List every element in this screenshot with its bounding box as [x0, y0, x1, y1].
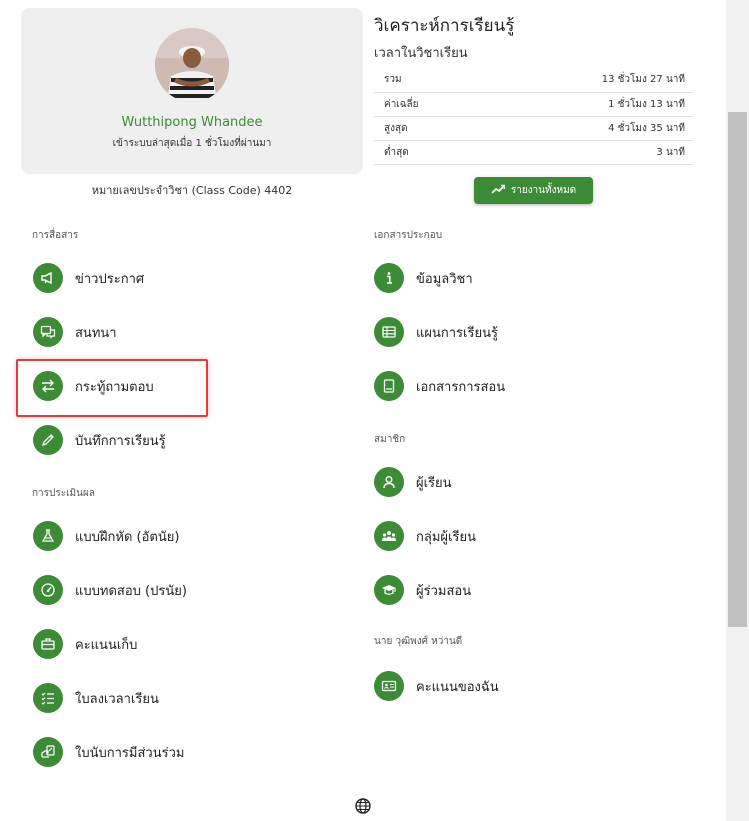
menu-item-chat[interactable]: สนทนา [33, 314, 117, 350]
full-report-label: รายงานทั้งหมด [510, 185, 577, 196]
menu-label: กลุ่มผู้เรียน [416, 529, 476, 545]
menu-item-learning-plan[interactable]: แผนการเรียนรู้ [374, 314, 498, 350]
stat-label: ต่ำสุด [374, 140, 479, 165]
menu-item-co-teachers[interactable]: ผู้ร่วมสอน [374, 572, 471, 608]
time-stats-table: รวม 13 ชั่วโมง 27 นาที ค่าเฉลี่ย 1 ชั่วโ… [374, 68, 693, 165]
menu-label: ใบลงเวลาเรียน [75, 691, 159, 707]
section-documents: เอกสารประกอบ [374, 230, 443, 241]
table-row: รวม 13 ชั่วโมง 27 นาที [374, 68, 693, 93]
page-scrollbar[interactable] [726, 0, 749, 821]
stat-label: รวม [374, 68, 479, 93]
stat-value: 13 ชั่วโมง 27 นาที [478, 68, 693, 93]
graduation-cap-icon [374, 575, 404, 605]
flask-icon [33, 521, 63, 551]
highlight-box [16, 359, 208, 417]
full-report-button[interactable]: รายงานทั้งหมด [474, 177, 593, 204]
menu-item-my-scores[interactable]: คะแนนของฉัน [374, 668, 499, 704]
menu-label: บันทึกการเรียนรู้ [75, 433, 166, 449]
pencil-icon [33, 425, 63, 455]
scrollbar-thumb[interactable] [728, 112, 747, 627]
table-row: สูงสุด 4 ชั่วโมง 35 นาที [374, 116, 693, 141]
menu-item-announcement[interactable]: ข่าวประกาศ [33, 260, 144, 296]
section-assessment: การประเมินผล [32, 488, 95, 499]
section-communication: การสื่อสาร [32, 230, 79, 241]
menu-item-student-groups[interactable]: กลุ่มผู้เรียน [374, 518, 476, 554]
menu-item-participation[interactable]: ใบนับการมีส่วนร่วม [33, 734, 184, 770]
menu-label: แผนการเรียนรู้ [416, 325, 498, 341]
menu-label: คะแนนเก็บ [75, 637, 138, 653]
id-card-icon [374, 671, 404, 701]
menu-label: คะแนนของฉัน [416, 679, 499, 695]
section-members: สมาชิก [374, 434, 406, 445]
person-icon [374, 467, 404, 497]
megaphone-icon [33, 263, 63, 293]
menu-label: สนทนา [75, 325, 117, 341]
globe-icon[interactable] [354, 797, 372, 815]
menu-label: ใบนับการมีส่วนร่วม [75, 745, 185, 761]
stat-value: 3 นาที [478, 140, 693, 165]
table-row: ค่าเฉลี่ย 1 ชั่วโมง 13 นาที [374, 92, 693, 117]
menu-item-attendance[interactable]: ใบลงเวลาเรียน [33, 680, 159, 716]
menu-item-exercise[interactable]: แบบฝึกหัด (อัตนัย) [33, 518, 179, 554]
stat-value: 1 ชั่วโมง 13 นาที [478, 92, 693, 117]
section-personal: นาย วุฒิพงศ์ หว่านดี [374, 636, 463, 647]
chat-icon [33, 317, 63, 347]
briefcase-icon [33, 629, 63, 659]
avatar[interactable] [155, 28, 229, 102]
trending-up-icon [491, 184, 506, 197]
menu-label: ข่าวประกาศ [75, 271, 145, 287]
menu-label: ผู้ร่วมสอน [416, 583, 472, 599]
gauge-icon [33, 575, 63, 605]
menu-item-score[interactable]: คะแนนเก็บ [33, 626, 137, 662]
stat-value: 4 ชั่วโมง 35 นาที [478, 116, 693, 141]
menu-label: แบบทดสอบ (ปรนัย) [75, 583, 187, 599]
table-icon [374, 317, 404, 347]
analytics-subtitle: เวลาในวิชาเรียน [374, 46, 468, 61]
checklist-icon [33, 683, 63, 713]
stat-label: สูงสุด [374, 116, 479, 141]
hand-edit-icon [33, 737, 63, 767]
menu-item-course-info[interactable]: ข้อมูลวิชา [374, 260, 473, 296]
info-icon [374, 263, 404, 293]
menu-item-students[interactable]: ผู้เรียน [374, 464, 452, 500]
menu-label: ผู้เรียน [416, 475, 452, 491]
menu-label: แบบฝึกหัด (อัตนัย) [75, 529, 180, 545]
profile-name[interactable]: Wutthipong Whandee [21, 115, 363, 130]
book-icon [374, 371, 404, 401]
menu-item-teaching-docs[interactable]: เอกสารการสอน [374, 368, 505, 404]
last-login-text: เข้าระบบล่าสุดเมื่อ 1 ชั่วโมงที่ผ่านมา [112, 138, 272, 149]
menu-label: ข้อมูลวิชา [416, 271, 473, 287]
class-code: หมายเลขประจำวิชา (Class Code) 4402 [91, 184, 293, 197]
profile-card: Wutthipong Whandee เข้าระบบล่าสุดเมื่อ 1… [21, 8, 363, 174]
menu-label: เอกสารการสอน [416, 379, 506, 395]
analytics-title: วิเคราะห์การเรียนรู้ [374, 16, 515, 36]
menu-item-quiz[interactable]: แบบทดสอบ (ปรนัย) [33, 572, 187, 608]
menu-item-learning-log[interactable]: บันทึกการเรียนรู้ [33, 422, 166, 458]
stat-label: ค่าเฉลี่ย [374, 92, 479, 117]
group-icon [374, 521, 404, 551]
table-row: ต่ำสุด 3 นาที [374, 140, 693, 165]
